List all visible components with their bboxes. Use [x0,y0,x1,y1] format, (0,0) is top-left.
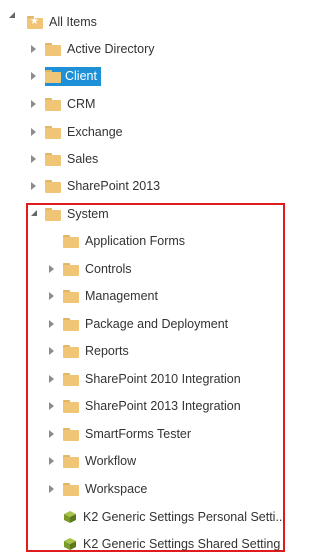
collapse-arrow-icon[interactable] [49,292,54,300]
folder-icon [63,262,79,276]
collapse-arrow-icon[interactable] [31,128,36,136]
tree-item-k2-generic-settings-shared[interactable]: K2 Generic Settings Shared Setting [63,534,283,554]
tree-item-label: Sales [67,151,99,166]
folder-icon [63,372,79,386]
collapse-arrow-icon[interactable] [49,265,54,273]
expand-arrow-icon[interactable] [9,12,15,18]
tree-item-label: K2 Generic Settings Personal Setti... [83,509,284,524]
tree-item-sales[interactable]: Sales [45,149,101,169]
tree-item-package-and-deployment[interactable]: Package and Deployment [63,314,231,334]
tree-root-all-items[interactable]: All Items [27,12,100,32]
tree-item-controls[interactable]: Controls [63,259,135,279]
folder-icon [63,317,79,331]
tree-item-management[interactable]: Management [63,286,161,306]
collapse-arrow-icon[interactable] [49,320,54,328]
tree-item-sharepoint-2013-integration[interactable]: SharePoint 2013 Integration [63,396,244,416]
tree-item-label: Exchange [67,124,123,139]
tree-item-reports[interactable]: Reports [63,341,132,361]
collapse-arrow-icon[interactable] [31,100,36,108]
tree-item-sharepoint-2010-integration[interactable]: SharePoint 2010 Integration [63,369,244,389]
tree-item-label: K2 Generic Settings Shared Setting [83,536,281,551]
tree-item-label: CRM [67,96,96,111]
folder-icon [63,234,79,248]
folder-icon [63,454,79,468]
collapse-arrow-icon[interactable] [49,457,54,465]
folder-icon [45,69,61,83]
tree-item-k2-generic-settings-personal[interactable]: K2 Generic Settings Personal Setti... [63,507,284,527]
collapse-arrow-icon[interactable] [49,430,54,438]
folder-icon [45,42,61,56]
folder-icon [45,207,61,221]
tree-item-label: SharePoint 2010 Integration [85,371,241,386]
tree-item-label: Package and Deployment [85,316,229,331]
tree-item-label: Workflow [85,453,137,468]
collapse-arrow-icon[interactable] [49,485,54,493]
tree-item-application-forms[interactable]: Application Forms [63,231,188,251]
tree-item-label: SharePoint 2013 Integration [85,398,241,413]
folder-icon [45,152,61,166]
tree-item-system[interactable]: System [45,204,112,224]
smartobject-cube-icon [64,511,76,523]
collapse-arrow-icon[interactable] [49,347,54,355]
tree-item-label: SmartForms Tester [85,426,192,441]
tree-item-sharepoint-2013[interactable]: SharePoint 2013 [45,176,163,196]
folder-icon [63,289,79,303]
tree-item-label: SharePoint 2013 [67,178,161,193]
collapse-arrow-icon[interactable] [31,182,36,190]
collapse-arrow-icon[interactable] [49,402,54,410]
tree-item-active-directory[interactable]: Active Directory [45,39,158,59]
folder-icon [63,344,79,358]
tree-item-label: Controls [85,261,132,276]
tree-item-label: Management [85,288,158,303]
tree-item-crm[interactable]: CRM [45,94,98,114]
collapse-arrow-icon[interactable] [31,45,36,53]
tree-item-label: Workspace [85,481,148,496]
collapse-arrow-icon[interactable] [49,375,54,383]
folder-icon [63,482,79,496]
tree-item-workspace[interactable]: Workspace [63,479,150,499]
tree-item-label: System [67,206,109,221]
folder-icon [63,399,79,413]
tree-item-workflow[interactable]: Workflow [63,451,139,471]
folder-icon [45,125,61,139]
collapse-arrow-icon[interactable] [31,155,36,163]
tree-root-label: All Items [49,14,97,29]
collapse-arrow-icon[interactable] [31,72,36,80]
tree-item-label: Application Forms [85,233,186,248]
tree-item-client[interactable]: Client [45,66,117,86]
tree-item-label: Active Directory [67,41,155,56]
folder-icon [45,179,61,193]
folder-icon [45,97,61,111]
tree-item-label: Reports [85,343,129,358]
expand-arrow-icon[interactable] [31,210,37,216]
smartobject-cube-icon [64,538,76,550]
folder-icon [63,427,79,441]
tree-item-exchange[interactable]: Exchange [45,122,126,142]
tree-item-smartforms-tester[interactable]: SmartForms Tester [63,424,194,444]
star-folder-icon [27,15,43,29]
